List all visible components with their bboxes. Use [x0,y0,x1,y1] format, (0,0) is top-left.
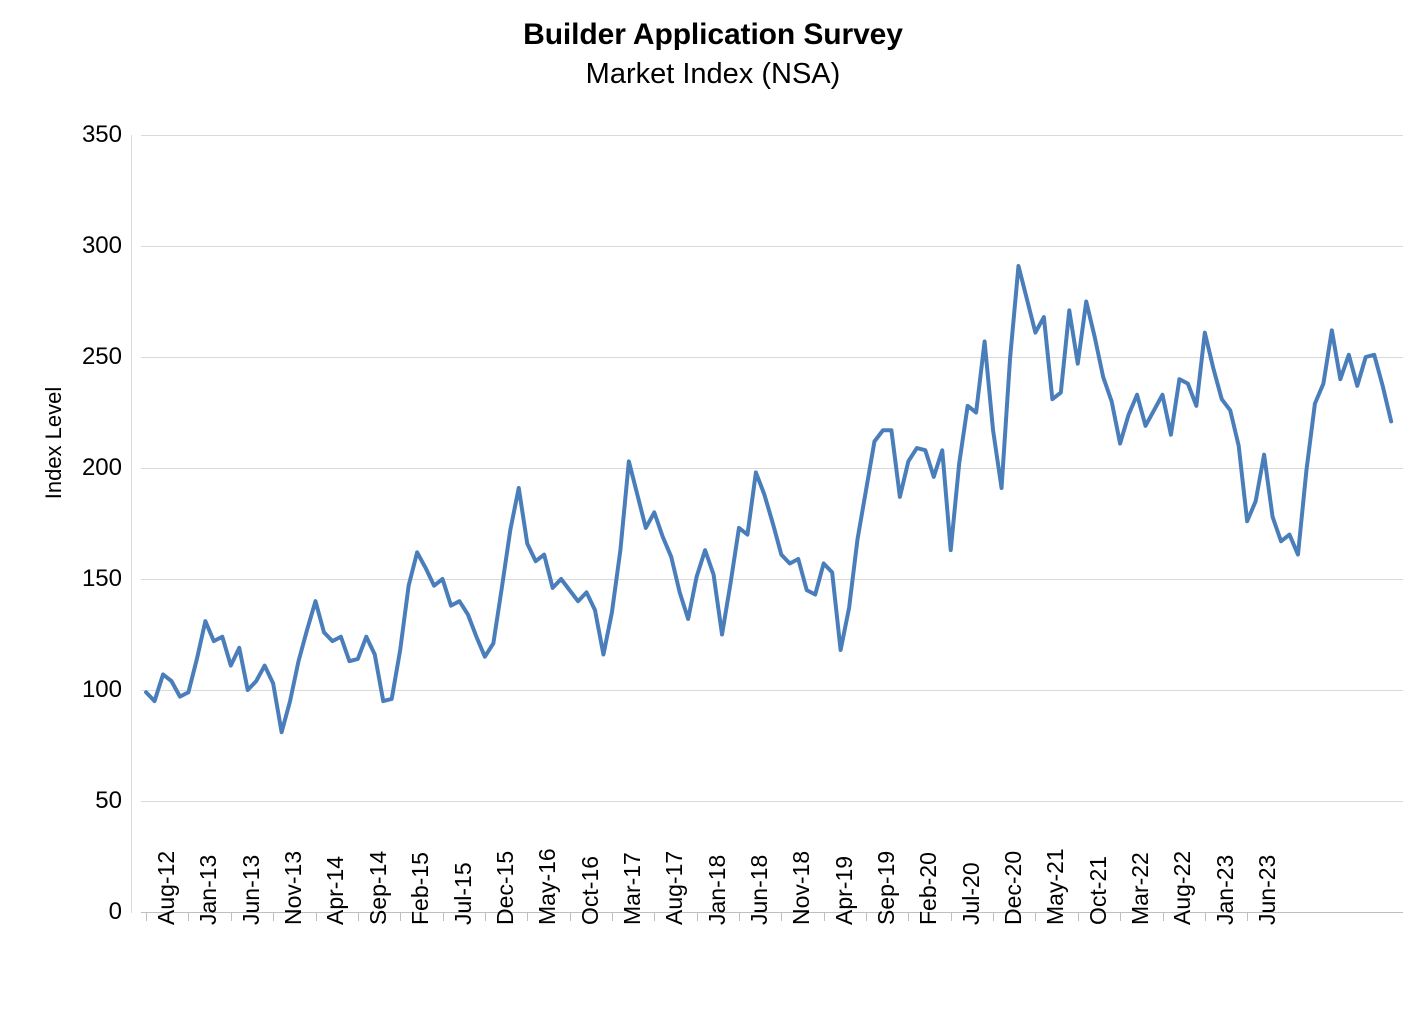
x-tick-label: Mar-17 [618,852,645,925]
x-tick-label: Jul-20 [957,862,984,925]
plot-area [141,135,1403,912]
x-tick-mark [696,912,698,921]
chart-container: Builder Application Survey Market Index … [0,0,1426,1030]
x-tick-mark [993,912,995,921]
series-line-chart [144,263,1394,735]
x-tick-mark [1120,912,1122,921]
x-tick-mark [569,912,571,921]
y-tick-label: 50 [95,787,122,814]
y-tick-label: 100 [81,676,122,703]
x-tick-label: Feb-15 [407,852,434,925]
x-tick-label: Aug-22 [1169,850,1196,925]
x-tick-mark [781,912,783,921]
x-tick-mark [400,912,402,921]
x-tick-label: Feb-20 [915,852,942,925]
x-tick-label: Jun-18 [745,854,772,925]
market-index-series [144,263,1394,735]
x-tick-mark [188,912,190,921]
x-tick-label: Aug-12 [153,850,180,925]
x-tick-mark [484,912,486,921]
x-tick-label: Mar-22 [1127,852,1154,925]
y-tick-label: 250 [81,343,122,370]
x-tick-label: Aug-17 [661,850,688,925]
x-tick-label: May-16 [534,848,561,925]
x-tick-mark [950,912,952,921]
x-tick-label: Dec-15 [491,850,518,925]
x-tick-mark [230,912,232,921]
chart-header: Builder Application Survey Market Index … [0,16,1426,94]
x-tick-label: Jan-23 [1211,854,1238,925]
x-tick-label: Sep-14 [364,850,391,925]
x-tick-mark [273,912,275,921]
y-tick-label: 350 [81,121,122,148]
y-tick-label: 300 [81,232,122,259]
y-axis-spine [131,135,132,913]
y-tick-label: 0 [108,898,122,925]
chart-subtitle: Market Index (NSA) [585,58,841,90]
x-tick-mark [823,912,825,921]
x-tick-mark [1204,912,1206,921]
x-tick-label: Dec-20 [1000,850,1027,925]
x-tick-label: Apr-19 [830,855,857,925]
x-tick-label: Sep-19 [873,850,899,925]
x-tick-mark [654,912,656,921]
x-tick-mark [1247,912,1249,921]
chart-title: Builder Application Survey [523,18,903,51]
x-tick-label: Jun-23 [1254,854,1281,925]
x-tick-label: Jul-15 [449,862,476,925]
y-tick-label: 200 [81,454,122,481]
x-tick-mark [1077,912,1079,921]
x-tick-mark [1035,912,1037,921]
x-tick-label: Oct-21 [1084,855,1111,925]
x-tick-mark [442,912,444,921]
x-tick-label: Nov-18 [788,850,815,925]
x-tick-mark [315,912,317,921]
x-tick-label: Oct-16 [576,855,603,925]
x-tick-label: May-21 [1042,848,1069,925]
x-tick-label: Jan-18 [703,854,730,925]
x-tick-label: Apr-14 [322,855,349,925]
x-tick-mark [146,912,148,921]
x-tick-mark [527,912,529,921]
y-tick-label: 150 [81,565,122,592]
x-tick-label: Jun-13 [237,854,264,925]
x-tick-mark [357,912,359,921]
x-tick-label: Jan-13 [195,854,222,925]
x-tick-label: Nov-13 [280,850,307,925]
x-tick-mark [739,912,740,921]
x-tick-mark [1162,912,1164,921]
x-tick-mark [866,912,867,921]
x-tick-mark [908,912,910,921]
x-tick-mark [611,912,613,921]
